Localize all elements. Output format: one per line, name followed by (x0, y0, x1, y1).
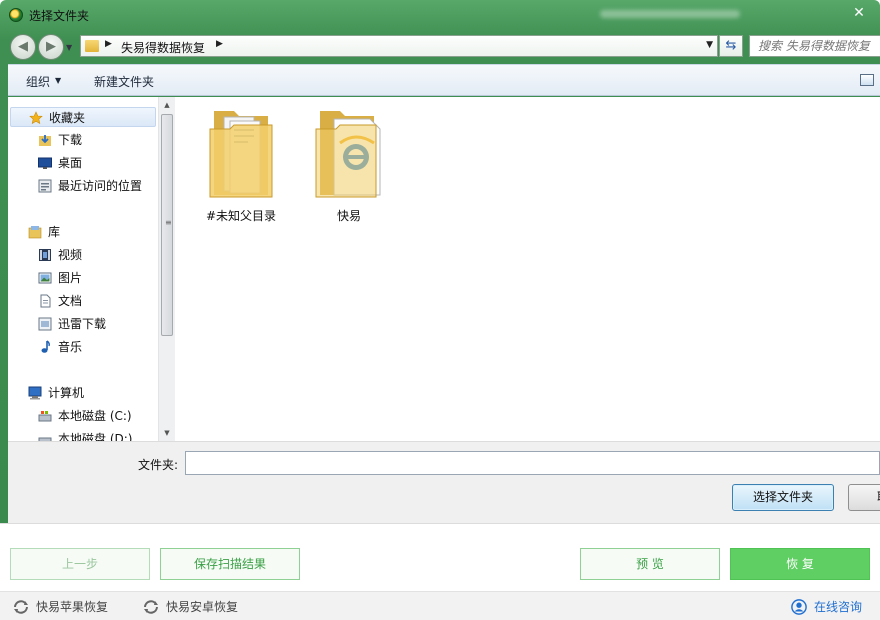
pictures-library-icon (38, 272, 52, 284)
file-list-pane[interactable]: #未知父目录 快易 (176, 97, 880, 441)
nav-item-xunlei-downloads[interactable]: 迅雷下载 (38, 314, 158, 334)
music-library-icon (41, 340, 50, 353)
nav-item-downloads[interactable]: 下载 (38, 130, 158, 150)
nav-item-documents[interactable]: 文档 (38, 291, 158, 311)
file-item-label: 快易 (336, 209, 361, 223)
nav-item-label: 本地磁盘 (D:) (58, 432, 133, 441)
breadcrumb-current-folder[interactable]: 失易得数据恢复 (121, 39, 205, 56)
forward-button[interactable]: ▶ (38, 34, 64, 60)
save-scan-results-button[interactable]: 保存扫描结果 (160, 548, 300, 580)
app-footer: 快易苹果恢复 快易安卓恢复 在线咨询 (0, 591, 880, 620)
select-folder-button[interactable]: 选择文件夹 (732, 484, 834, 511)
close-icon[interactable]: ✕ (848, 4, 870, 22)
recent-places-icon (38, 179, 52, 193)
video-library-icon (39, 249, 51, 261)
nav-item-libraries[interactable]: 库 (28, 222, 158, 242)
nav-item-label: 下载 (58, 133, 83, 147)
recovery-cycle-icon (144, 600, 158, 614)
recover-button[interactable]: 恢 复 (730, 548, 870, 580)
scroll-up-icon[interactable]: ▲ (162, 101, 172, 111)
kuaiyi-apple-recovery-link[interactable]: 快易苹果恢复 (12, 598, 122, 616)
nav-item-favorites[interactable]: 收藏夹 (10, 107, 156, 127)
folder-with-ie-icon (315, 111, 381, 198)
nav-item-local-disk-c[interactable]: 本地磁盘 (C:) (38, 406, 158, 426)
local-disk-icon (38, 411, 52, 422)
documents-library-icon (40, 294, 51, 308)
previous-step-button[interactable]: 上一步 (10, 548, 150, 580)
nav-item-pictures[interactable]: 图片 (38, 268, 158, 288)
nav-item-music[interactable]: 音乐 (38, 337, 158, 357)
folder-field-label: 文件夹: (138, 458, 179, 472)
file-item-label: #未知父目录 (205, 209, 277, 223)
chevron-down-icon[interactable]: ▼ (55, 76, 61, 85)
dialog-content: 收藏夹 下载 桌面 最近访问的位置 库 视频 图片 文档 迅雷下载 音乐 计算机… (8, 97, 880, 441)
footer-link-label: 快易安卓恢复 (166, 600, 239, 614)
nav-item-label: 库 (48, 225, 61, 239)
nav-item-label: 文档 (58, 294, 83, 308)
nav-item-label: 最近访问的位置 (58, 179, 143, 193)
xunlei-download-icon (38, 317, 52, 331)
nav-item-computer[interactable]: 计算机 (28, 383, 158, 403)
preview-button[interactable]: 预 览 (580, 548, 720, 580)
breadcrumb-separator-icon[interactable]: ▶ (216, 39, 223, 49)
breadcrumb-separator-icon[interactable]: ▶ (105, 39, 112, 49)
app-logo-icon (9, 8, 23, 22)
address-dropdown-icon[interactable]: ▼ (706, 40, 713, 50)
address-bar[interactable]: ▶ 失易得数据恢复 ▶ ▼ (80, 35, 718, 57)
scroll-down-icon[interactable]: ▼ (162, 429, 172, 439)
desktop-icon (38, 157, 52, 169)
back-button[interactable]: ◀ (10, 34, 36, 60)
scroll-grip-icon: ≡ (165, 218, 172, 227)
folder-with-documents-icon (209, 111, 273, 198)
navigation-pane-scrollbar[interactable]: ▲ ≡ ▼ (158, 97, 175, 441)
star-icon (29, 111, 43, 125)
computer-icon (28, 386, 42, 400)
nav-item-recent-places[interactable]: 最近访问的位置 (38, 176, 158, 196)
dialog-title: 选择文件夹 (29, 9, 90, 23)
nav-item-label: 视频 (58, 248, 83, 262)
scrollbar-thumb[interactable]: ≡ (161, 114, 173, 336)
nav-item-label: 图片 (58, 271, 83, 285)
titlebar: 选择文件夹 ✕ (0, 0, 880, 30)
navigation-pane: 收藏夹 下载 桌面 最近访问的位置 库 视频 图片 文档 迅雷下载 音乐 计算机… (8, 97, 158, 441)
nav-item-label: 本地磁盘 (C:) (58, 409, 132, 423)
search-input[interactable] (750, 36, 880, 56)
nav-item-label: 收藏夹 (49, 111, 86, 125)
recent-locations-dropdown-icon[interactable]: ▼ (66, 43, 72, 52)
nav-item-label: 桌面 (58, 156, 83, 170)
online-consultation-link[interactable]: 在线咨询 (790, 598, 880, 616)
preview-pane-icon[interactable] (860, 74, 874, 86)
customer-service-icon (791, 599, 807, 615)
recovery-cycle-icon (14, 600, 28, 614)
select-folder-dialog: 选择文件夹 ✕ ◀ ▶ ▼ ▶ 失易得数据恢复 ▶ ▼ ⇆ 组织 ▼ 新建文件夹… (0, 0, 880, 530)
new-folder-button[interactable]: 新建文件夹 (94, 73, 154, 90)
download-folder-icon (39, 135, 51, 146)
folder-name-input[interactable] (185, 451, 880, 475)
nav-item-label: 计算机 (48, 386, 85, 400)
folder-icon (85, 40, 99, 52)
search-box[interactable] (749, 35, 880, 57)
nav-item-label: 音乐 (58, 340, 83, 354)
app-content-strip (0, 523, 880, 539)
cancel-button[interactable]: 取消 (848, 484, 880, 511)
organize-button[interactable]: 组织 (26, 73, 50, 90)
refresh-button[interactable]: ⇆ (719, 35, 743, 57)
nav-item-label: 迅雷下载 (58, 317, 107, 331)
nav-item-desktop[interactable]: 桌面 (38, 153, 158, 173)
kuaiyi-android-recovery-link[interactable]: 快易安卓恢复 (142, 598, 252, 616)
file-item-unknown-parent[interactable]: #未知父目录 (196, 103, 286, 223)
footer-link-label: 在线咨询 (814, 600, 863, 614)
file-item-kuaiyi[interactable]: 快易 (304, 103, 394, 223)
library-icon (28, 226, 42, 239)
dialog-bottom-area: 文件夹: 选择文件夹 取消 (8, 441, 880, 523)
titlebar-blurred-text (600, 10, 740, 18)
toolbar: 组织 ▼ 新建文件夹 (8, 64, 880, 96)
footer-link-label: 快易苹果恢复 (36, 600, 109, 614)
nav-item-local-disk-d[interactable]: 本地磁盘 (D:) (38, 429, 158, 441)
local-disk-icon (38, 437, 52, 441)
nav-item-videos[interactable]: 视频 (38, 245, 158, 265)
